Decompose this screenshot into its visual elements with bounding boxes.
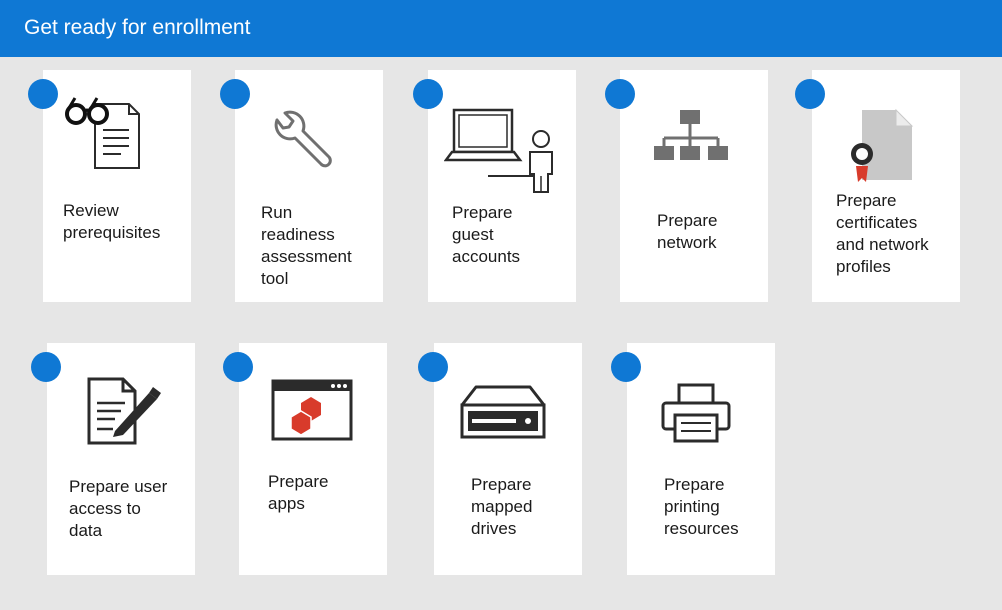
- step-card-certificates: Prepare certificates and network profile…: [812, 70, 960, 302]
- step-label: Review prerequisites: [63, 201, 161, 242]
- header-banner: Get ready for enrollment: [0, 0, 1002, 57]
- step-label: Prepare printing resources: [664, 475, 739, 538]
- enrollment-diagram: Get ready for enrollment Review prerequi…: [0, 0, 1002, 610]
- step-marker: [605, 79, 635, 109]
- step-label: Prepare certificates and network profile…: [836, 191, 929, 276]
- step-label: Prepare guest accounts: [452, 203, 521, 266]
- printer-icon: [661, 383, 731, 450]
- signed-document-icon: [83, 375, 163, 452]
- drive-icon: [460, 383, 546, 446]
- certificate-icon: [848, 108, 918, 189]
- step-card-guest-accounts: Prepare guest accounts: [428, 70, 576, 302]
- step-marker: [31, 352, 61, 382]
- step-marker: [28, 79, 58, 109]
- step-marker: [795, 79, 825, 109]
- step-marker: [611, 352, 641, 382]
- step-marker: [413, 79, 443, 109]
- step-marker: [220, 79, 250, 109]
- network-hierarchy-icon: [652, 108, 732, 179]
- step-marker: [418, 352, 448, 382]
- step-label: Run readiness assessment tool: [261, 203, 352, 288]
- step-label: Prepare mapped drives: [471, 475, 533, 538]
- step-label: Prepare apps: [268, 472, 329, 513]
- glasses-document-icon: [65, 96, 145, 177]
- laptop-user-icon: [443, 106, 564, 201]
- step-card-printing: Prepare printing resources: [627, 343, 775, 575]
- step-card-apps: Prepare apps: [239, 343, 387, 575]
- step-label: Prepare user access to data: [69, 477, 168, 540]
- app-window-icon: [271, 379, 353, 448]
- step-marker: [223, 352, 253, 382]
- step-card-review-prerequisites: Review prerequisites: [43, 70, 191, 302]
- step-card-user-access: Prepare user access to data: [47, 343, 195, 575]
- step-label: Prepare network: [657, 211, 718, 252]
- wrench-icon: [271, 110, 335, 175]
- step-card-mapped-drives: Prepare mapped drives: [434, 343, 582, 575]
- page-title: Get ready for enrollment: [24, 16, 251, 39]
- step-card-readiness-assessment: Run readiness assessment tool: [235, 70, 383, 302]
- step-card-network: Prepare network: [620, 70, 768, 302]
